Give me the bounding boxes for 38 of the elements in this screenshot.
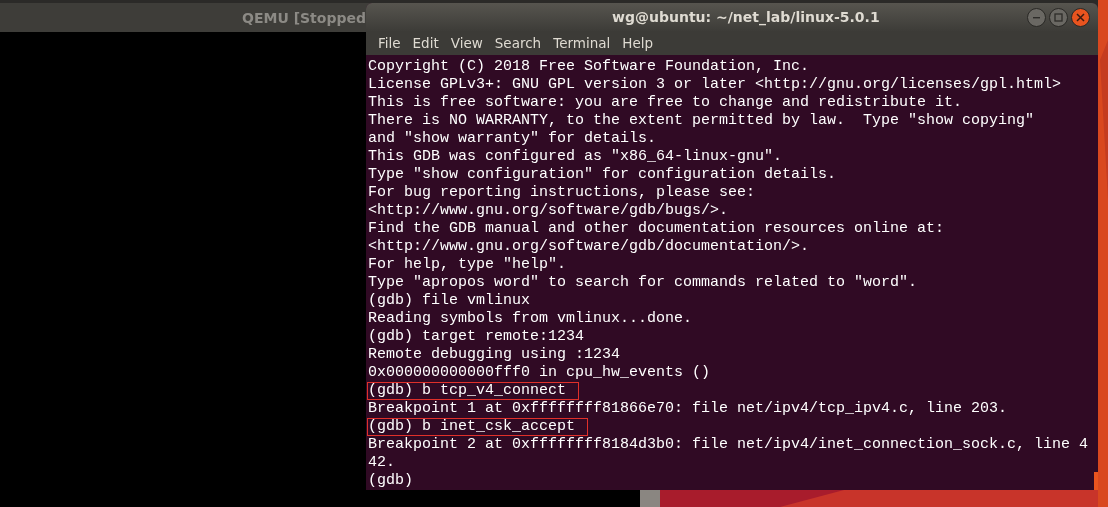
close-icon <box>1076 13 1085 22</box>
terminal-line: (gdb) file vmlinux <box>368 292 531 309</box>
terminal-line: Breakpoint 1 at 0xffffffff81866e70: file net/ipv4/tcp_ipv4.c, line 203. <box>368 400 1008 417</box>
window-title: QEMU [Stopped <box>242 9 366 26</box>
terminal-line: Type "show configuration" for configuration details. <box>368 166 837 183</box>
menu-item[interactable]: View <box>444 34 489 51</box>
terminal-line: <http://www.gnu.org/software/gdb/bugs/>. <box>368 202 729 219</box>
terminal-line: <http://www.gnu.org/software/gdb/documentation/>. <box>368 238 810 255</box>
minimize-button[interactable] <box>1027 8 1046 27</box>
menu-item[interactable]: Edit <box>406 34 445 51</box>
menu-item[interactable]: File <box>372 34 407 51</box>
terminal-line: Remote debugging using :1234 <box>368 346 621 363</box>
terminal-line: For bug reporting instructions, please see: <box>368 184 756 201</box>
terminal-line: Find the GDB manual and other documentation resources online at: <box>368 220 945 237</box>
terminal-line: There is NO WARRANTY, to the extent permitted by law. Type "show copying" <box>368 112 1035 129</box>
terminal-line: For help, type "help". <box>368 256 567 273</box>
highlighted-command: (gdb) b inet_csk_accept <box>367 418 589 436</box>
terminal-line: Type "apropos word" to search for commands related to "word". <box>368 274 918 291</box>
menu-item[interactable]: Terminal <box>547 34 617 51</box>
terminal-line: This is free software: you are free to change and redistribute it. <box>368 94 963 111</box>
menu-item[interactable]: Help <box>616 34 660 51</box>
terminal-line: Reading symbols from vmlinux...done. <box>368 310 693 327</box>
terminal-line: (gdb) target remote:1234 <box>368 328 585 345</box>
menu-item[interactable]: Search <box>488 34 548 51</box>
terminal-line: and "show warranty" for details. <box>368 130 657 147</box>
highlighted-command: (gdb) b tcp_v4_connect <box>367 382 580 400</box>
scrollbar[interactable] <box>1094 472 1098 490</box>
terminal-line: Breakpoint 2 at 0xffffffff8184d3b0: file net/ipv4/inet_connection_sock.c, line 4 <box>368 436 1089 453</box>
terminal-line: 0x000000000000fff0 in cpu_hw_events () <box>368 364 711 381</box>
window-title: wg@ubuntu: ~/net_lab/linux-5.0.1 <box>612 8 880 25</box>
maximize-button[interactable] <box>1049 8 1068 27</box>
maximize-icon <box>1054 13 1063 22</box>
terminal-line: License GPLv3+: GNU GPL version 3 or later <http://gnu.org/licenses/gpl.html> <box>368 76 1062 93</box>
terminal-line: 42. <box>368 454 395 471</box>
terminal-line: Copyright (C) 2018 Free Software Foundation, Inc. <box>368 58 810 75</box>
terminal-line: This GDB was configured as "x86_64-linux-gnu". <box>368 148 783 165</box>
terminal-line: (gdb) <box>368 472 413 489</box>
close-button[interactable] <box>1071 8 1090 27</box>
